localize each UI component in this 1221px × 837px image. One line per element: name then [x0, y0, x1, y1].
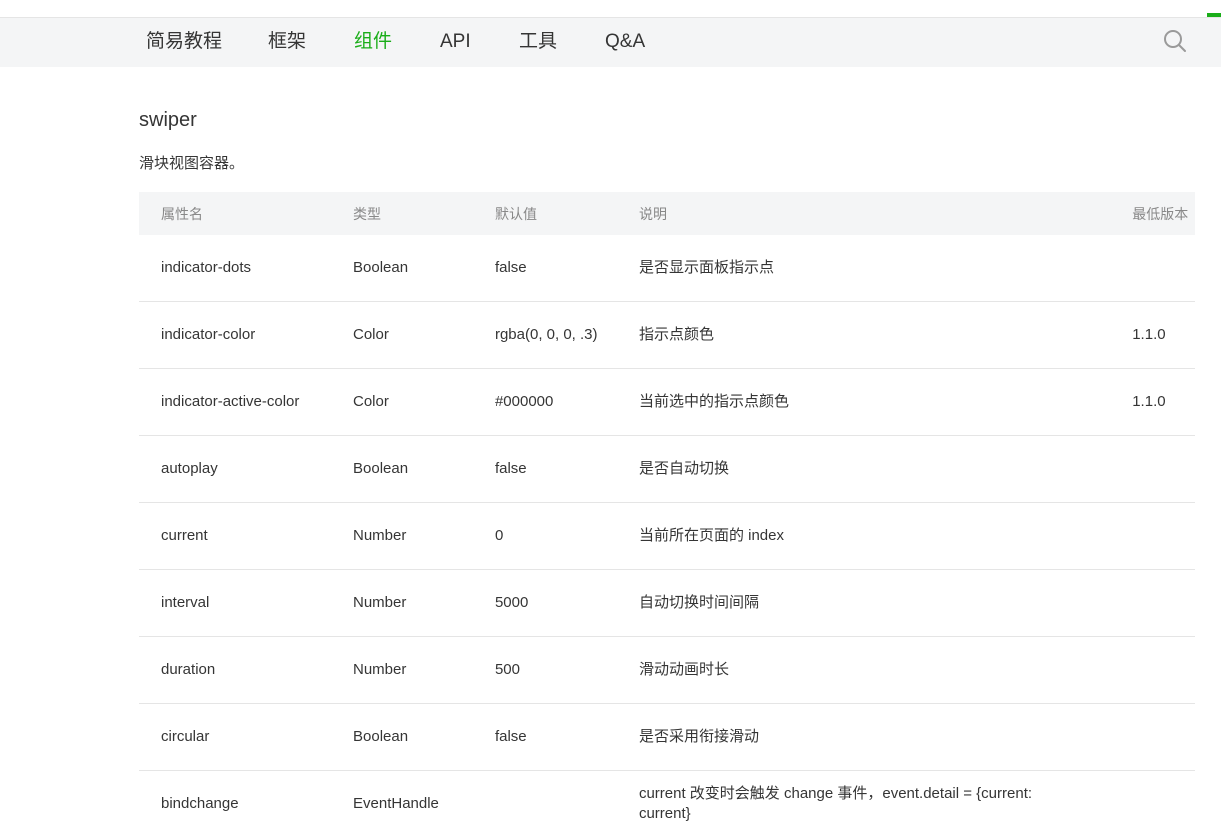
nav-item-api[interactable]: API — [440, 29, 471, 55]
cell-desc: current 改变时会触发 change 事件，event.detail = … — [617, 771, 1195, 837]
header-min-version: 最低版本 — [1110, 192, 1195, 235]
cell-version — [1110, 570, 1195, 637]
cell-default — [473, 771, 617, 837]
nav-item-tools[interactable]: 工具 — [519, 29, 557, 55]
page-title: swiper — [139, 109, 197, 132]
table-header-row: 属性名 类型 默认值 说明 最低版本 — [139, 192, 1195, 235]
nav-item-tutorial[interactable]: 简易教程 — [146, 29, 222, 55]
cell-name: circular — [139, 704, 331, 771]
top-accent-bar — [1207, 13, 1221, 17]
header-type: 类型 — [331, 192, 473, 235]
table-row: autoplay Boolean false 是否自动切换 — [139, 436, 1195, 503]
nav-item-components[interactable]: 组件 — [354, 29, 392, 55]
top-strip — [0, 0, 1221, 18]
main-nav: 简易教程 框架 组件 API 工具 Q&A — [0, 18, 1221, 67]
cell-name: interval — [139, 570, 331, 637]
cell-name: current — [139, 503, 331, 570]
table-row: bindchange EventHandle current 改变时会触发 ch… — [139, 771, 1195, 837]
cell-version-link[interactable]: 1.1.0 — [1110, 369, 1195, 436]
cell-type: Color — [331, 369, 473, 436]
table-row: duration Number 500 滑动动画时长 — [139, 637, 1195, 704]
cell-version — [1110, 503, 1195, 570]
table-row: indicator-dots Boolean false 是否显示面板指示点 — [139, 235, 1195, 302]
table-row: interval Number 5000 自动切换时间间隔 — [139, 570, 1195, 637]
cell-type: EventHandle — [331, 771, 473, 837]
cell-type: Boolean — [331, 704, 473, 771]
properties-table: 属性名 类型 默认值 说明 最低版本 indicator-dots Boolea… — [139, 192, 1195, 837]
cell-desc: 是否显示面板指示点 — [617, 235, 1110, 302]
cell-type: Number — [331, 503, 473, 570]
cell-default: false — [473, 235, 617, 302]
nav-item-qa[interactable]: Q&A — [605, 29, 645, 55]
cell-desc: 当前所在页面的 index — [617, 503, 1110, 570]
cell-name: autoplay — [139, 436, 331, 503]
header-default: 默认值 — [473, 192, 617, 235]
cell-type: Boolean — [331, 436, 473, 503]
table-row: current Number 0 当前所在页面的 index — [139, 503, 1195, 570]
table-row: indicator-active-color Color #000000 当前选… — [139, 369, 1195, 436]
cell-version — [1110, 637, 1195, 704]
cell-default: #000000 — [473, 369, 617, 436]
cell-desc: 当前选中的指示点颜色 — [617, 369, 1110, 436]
search-icon[interactable] — [1162, 28, 1188, 54]
page-description: 滑块视图容器。 — [139, 152, 244, 173]
cell-version — [1110, 436, 1195, 503]
cell-default: 500 — [473, 637, 617, 704]
cell-version — [1110, 704, 1195, 771]
cell-type: Number — [331, 570, 473, 637]
header-description: 说明 — [617, 192, 1110, 235]
cell-version — [1110, 235, 1195, 302]
cell-default: false — [473, 436, 617, 503]
cell-desc: 是否自动切换 — [617, 436, 1110, 503]
cell-default: 5000 — [473, 570, 617, 637]
cell-type: Color — [331, 302, 473, 369]
cell-name: indicator-dots — [139, 235, 331, 302]
cell-type: Number — [331, 637, 473, 704]
cell-desc: 滑动动画时长 — [617, 637, 1110, 704]
cell-version-link[interactable]: 1.1.0 — [1110, 302, 1195, 369]
cell-desc: 是否采用衔接滑动 — [617, 704, 1110, 771]
cell-name: bindchange — [139, 771, 331, 837]
cell-name: duration — [139, 637, 331, 704]
cell-default: rgba(0, 0, 0, .3) — [473, 302, 617, 369]
header-name: 属性名 — [139, 192, 331, 235]
nav-item-framework[interactable]: 框架 — [268, 29, 306, 55]
cell-desc: 自动切换时间间隔 — [617, 570, 1110, 637]
cell-default: false — [473, 704, 617, 771]
cell-name: indicator-active-color — [139, 369, 331, 436]
cell-desc: 指示点颜色 — [617, 302, 1110, 369]
cell-name: indicator-color — [139, 302, 331, 369]
cell-type: Boolean — [331, 235, 473, 302]
cell-default: 0 — [473, 503, 617, 570]
table-row: indicator-color Color rgba(0, 0, 0, .3) … — [139, 302, 1195, 369]
table-row: circular Boolean false 是否采用衔接滑动 — [139, 704, 1195, 771]
